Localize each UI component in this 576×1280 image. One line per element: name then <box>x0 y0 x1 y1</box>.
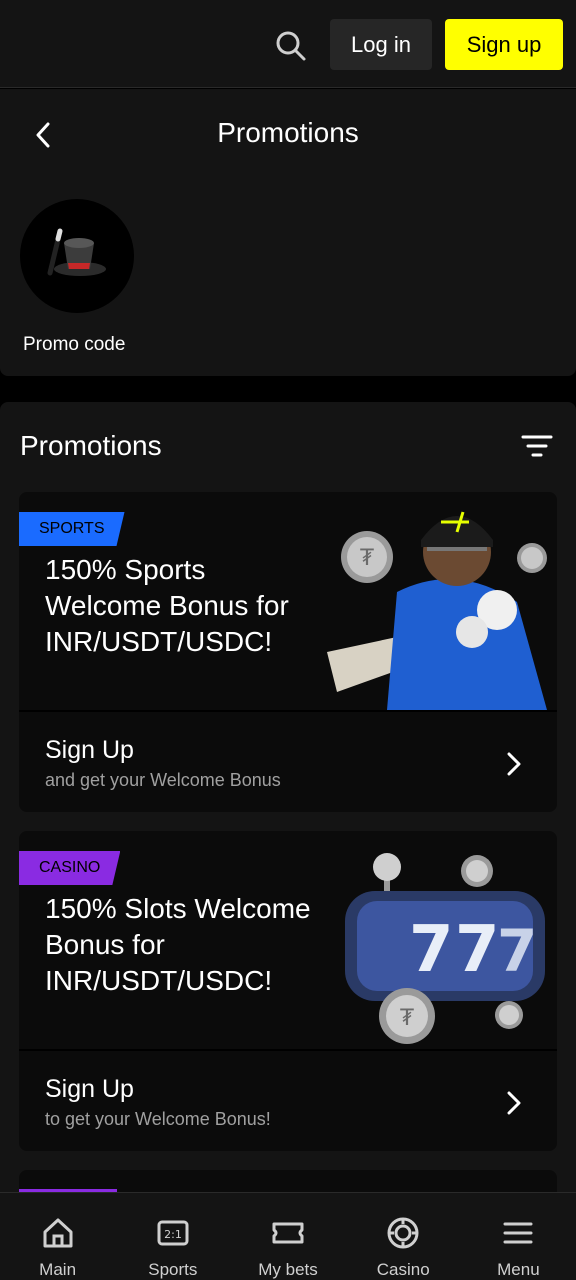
bottom-nav: Main 2:1 Sports My bets Casino Menu <box>0 1192 576 1280</box>
nav-label: Main <box>39 1260 77 1279</box>
cricket-player-illustration: ₮ <box>327 511 547 710</box>
signup-button[interactable]: Sign up <box>445 19 563 70</box>
nav-menu[interactable]: Menu <box>461 1193 576 1280</box>
svg-text:7: 7 <box>409 913 454 987</box>
hamburger-icon <box>503 1222 533 1243</box>
odds-icon: 2:1 <box>157 1220 189 1245</box>
nav-label: Menu <box>497 1260 540 1279</box>
filter-icon <box>521 435 553 457</box>
top-bar: Log in Sign up <box>0 0 576 88</box>
section-title: Promotions <box>20 430 162 461</box>
promotions-list: Promotions SPORTS 150% Sports Welcome Bo… <box>0 402 576 1202</box>
promo-code-button[interactable] <box>20 199 134 313</box>
promo-card-banner[interactable]: SPORTS 150% Sports Welcome Bonus for INR… <box>19 492 557 710</box>
svg-text:₮: ₮ <box>360 546 374 571</box>
filter-button[interactable] <box>520 432 554 462</box>
cta-subtitle: to get your Welcome Bonus! <box>45 1109 271 1129</box>
cta-title: Sign Up <box>45 736 134 764</box>
search-icon <box>276 31 306 61</box>
slot-reels-illustration: 7 7 7 ₮ <box>345 853 545 1044</box>
promo-cta[interactable]: Sign Up and get your Welcome Bonus <box>19 710 557 812</box>
magic-hat-icon <box>47 228 106 276</box>
cta-subtitle: and get your Welcome Bonus <box>45 770 281 790</box>
promo-cta[interactable]: Sign Up to get your Welcome Bonus! <box>19 1049 557 1151</box>
promo-card-casino[interactable]: CASINO 150% Slots Welcome Bonus for INR/… <box>19 831 557 1151</box>
promotions-header: Promotions Promo code <box>0 89 576 376</box>
category-tag: SPORTS <box>19 512 125 546</box>
chevron-right-icon <box>507 752 521 776</box>
nav-label: Casino <box>376 1260 430 1279</box>
promo-card-sports[interactable]: SPORTS 150% Sports Welcome Bonus for INR… <box>19 492 557 812</box>
category-tag: CASINO <box>19 851 120 885</box>
svg-text:7: 7 <box>497 917 537 985</box>
home-icon <box>43 1218 73 1247</box>
nav-main[interactable]: Main <box>0 1193 115 1280</box>
promo-title: 150% Sports Welcome Bonus for INR/USDT/U… <box>45 554 289 657</box>
svg-text:₮: ₮ <box>400 1006 414 1031</box>
promo-card-banner[interactable]: CASINO 150% Slots Welcome Bonus for INR/… <box>19 831 557 1049</box>
nav-label: My bets <box>258 1260 318 1279</box>
search-button[interactable] <box>272 27 310 65</box>
page-title: Promotions <box>217 117 359 148</box>
nav-label: Sports <box>148 1260 198 1279</box>
svg-text:7: 7 <box>455 913 500 987</box>
promo-title: 150% Slots Welcome Bonus for INR/USDT/US… <box>45 893 311 996</box>
promo-code-label: Promo code <box>23 334 126 355</box>
chip-icon <box>387 1217 419 1248</box>
nav-sports[interactable]: 2:1 Sports <box>115 1193 230 1280</box>
svg-text:2:1: 2:1 <box>164 1228 182 1241</box>
nav-casino[interactable]: Casino <box>346 1193 461 1280</box>
ticket-icon <box>272 1222 304 1243</box>
login-button[interactable]: Log in <box>330 19 432 70</box>
chevron-right-icon <box>507 1091 521 1115</box>
cta-title: Sign Up <box>45 1075 134 1103</box>
nav-my-bets[interactable]: My bets <box>230 1193 345 1280</box>
